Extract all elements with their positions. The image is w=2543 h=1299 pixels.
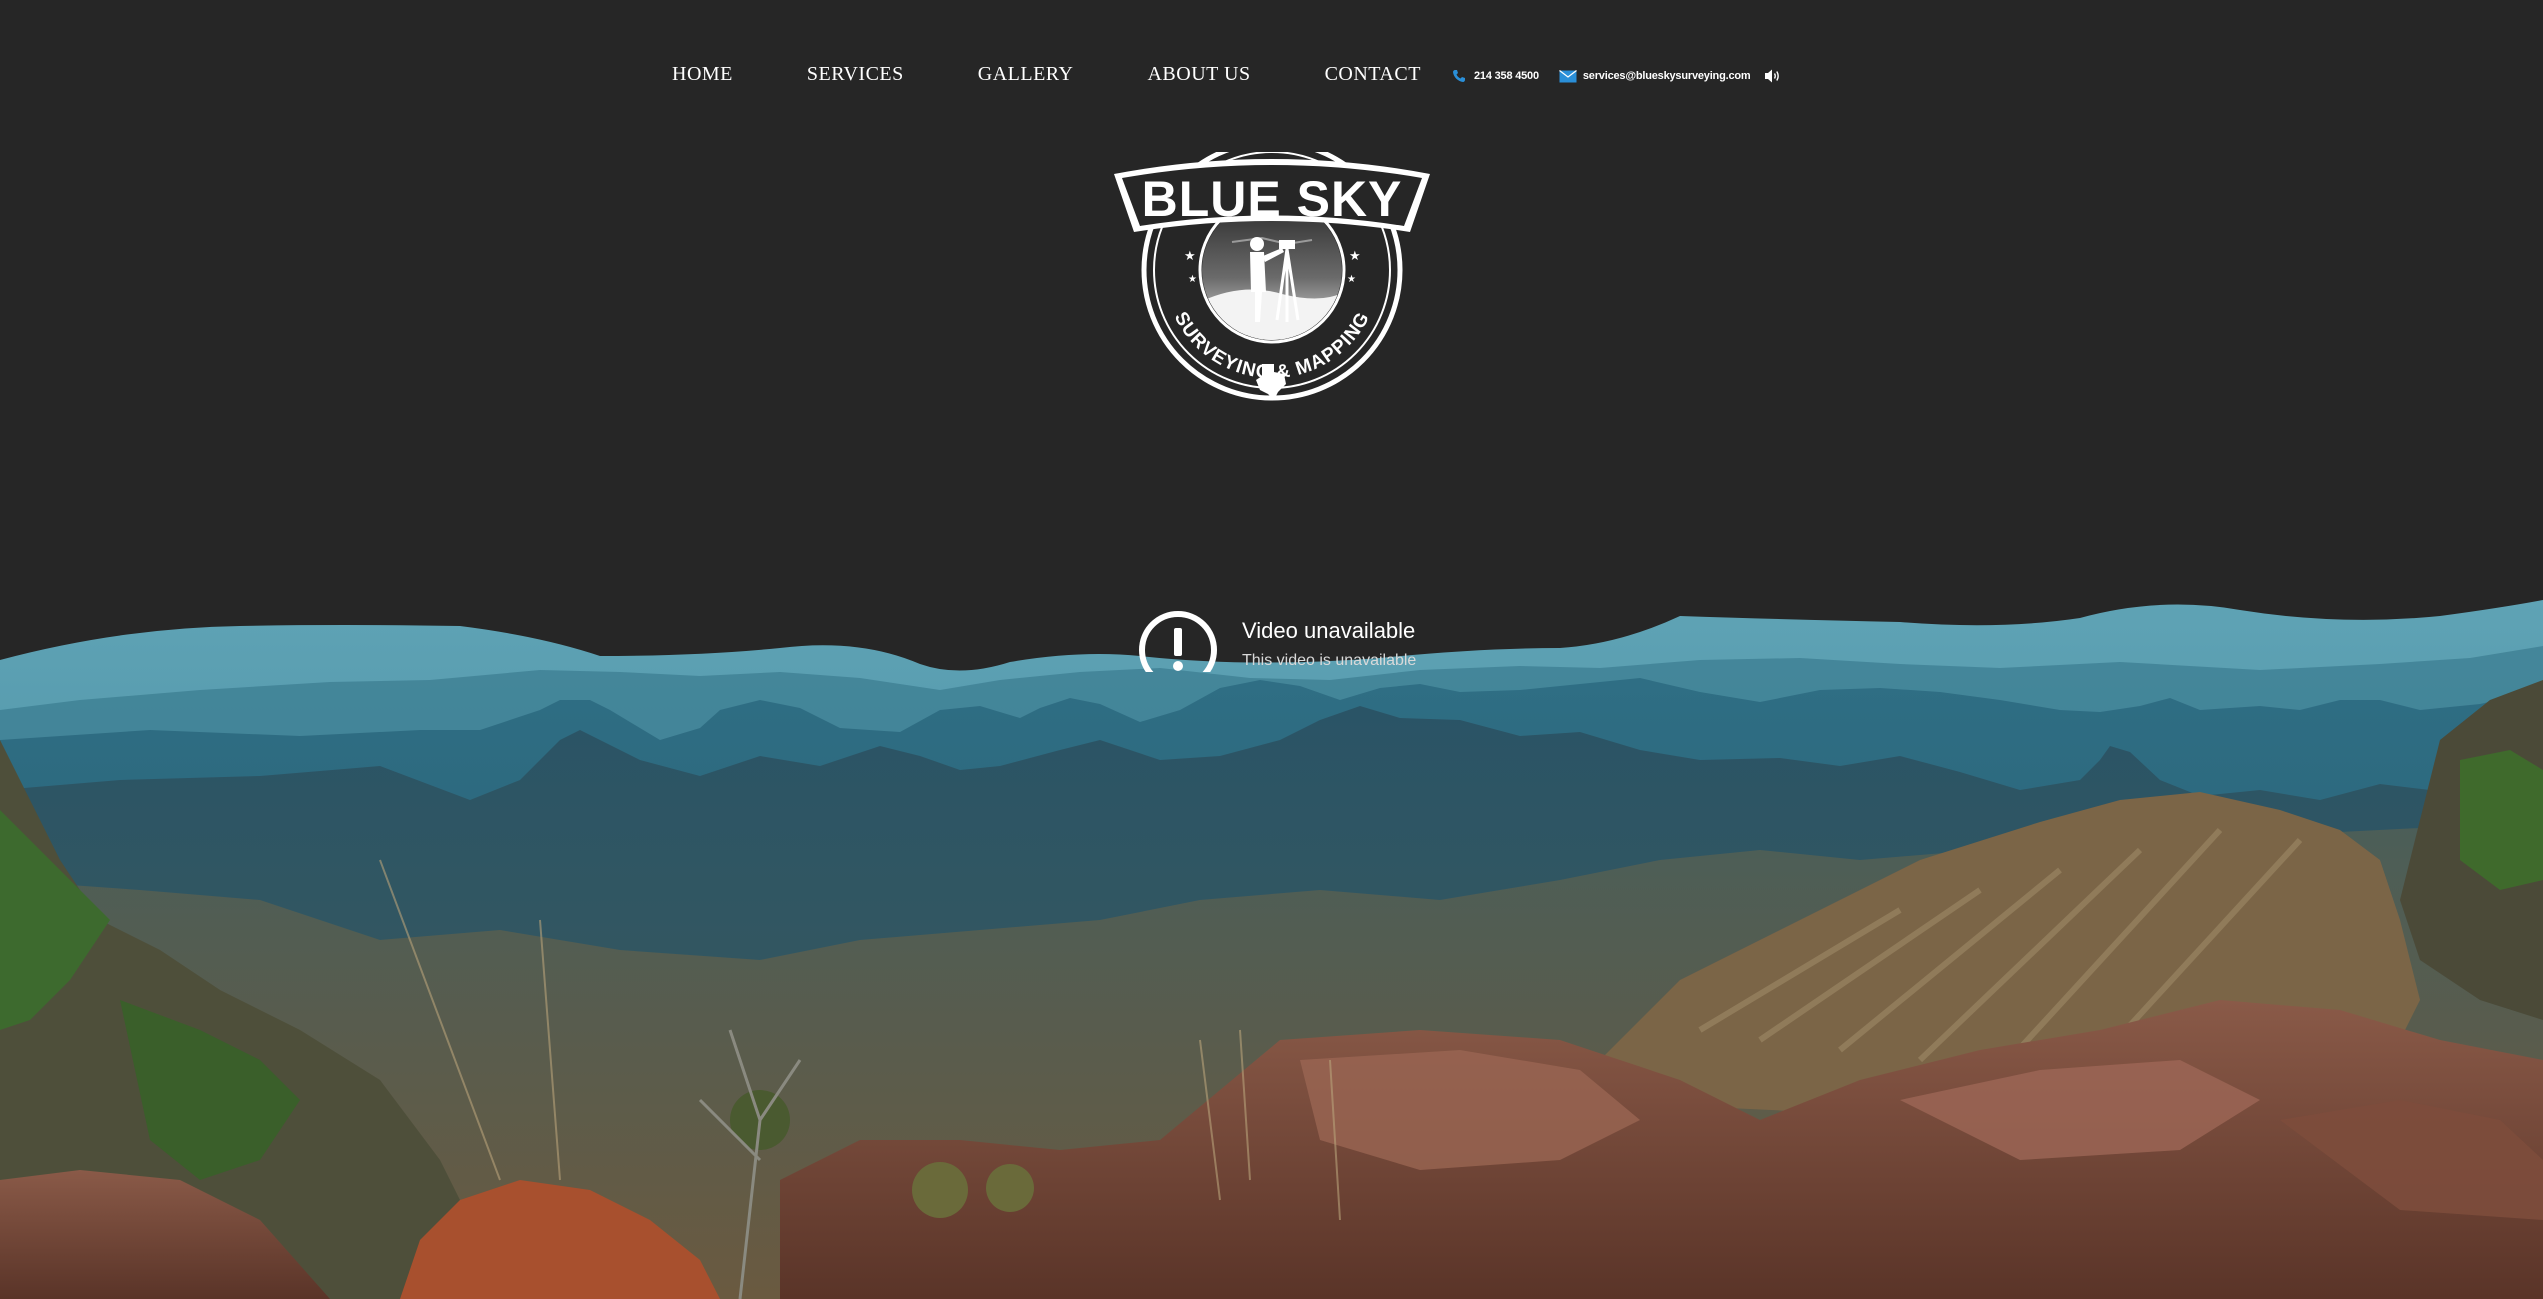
nav-services[interactable]: SERVICES: [807, 58, 904, 90]
video-unavailable-title: Video unavailable: [1242, 618, 1416, 643]
speaker-icon[interactable]: [1764, 68, 1782, 84]
contact-bar: 214 358 4500 services@blueskysurveying.c…: [1452, 64, 1782, 88]
page: HOME SERVICES GALLERY ABOUT US CONTACT 2…: [0, 0, 2543, 1299]
phone-icon: [1452, 69, 1466, 83]
nav-gallery[interactable]: GALLERY: [978, 58, 1074, 90]
svg-text:★: ★: [1349, 249, 1361, 264]
video-unavailable-message: Video unavailable This video is unavaila…: [1138, 608, 1418, 672]
main-nav: HOME SERVICES GALLERY ABOUT US CONTACT: [672, 58, 1421, 90]
email-address[interactable]: services@blueskysurveying.com: [1583, 70, 1751, 82]
logo-title: BLUE SKY: [1142, 171, 1403, 227]
envelope-icon: [1559, 69, 1577, 83]
svg-text:★: ★: [1184, 249, 1196, 264]
blue-sky-logo[interactable]: ★ ★ ★ ★ SURVEYING & MAPPING BLUE SKY: [1112, 152, 1432, 402]
phone-number[interactable]: 214 358 4500: [1474, 70, 1539, 82]
alert-icon: [1139, 611, 1217, 672]
svg-text:★: ★: [1347, 274, 1356, 285]
svg-text:★: ★: [1188, 274, 1197, 285]
nav-home[interactable]: HOME: [672, 58, 733, 90]
video-unavailable-subtitle: This video is unavailable: [1242, 652, 1417, 669]
nav-contact[interactable]: CONTACT: [1325, 58, 1421, 90]
nav-about-us[interactable]: ABOUT US: [1147, 58, 1250, 90]
